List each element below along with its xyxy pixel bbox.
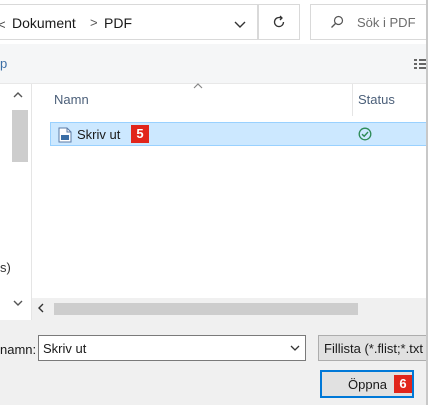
breadcrumb-item-pdf[interactable]: PDF <box>104 15 132 31</box>
column-divider[interactable] <box>352 84 353 116</box>
file-list: Namn Status Skriv ut 5 <box>32 83 428 300</box>
scroll-up-icon[interactable] <box>12 90 24 100</box>
step-badge: 5 <box>131 125 149 143</box>
horizontal-scrollbar-thumb[interactable] <box>54 303 358 315</box>
column-header-name[interactable]: Namn <box>54 92 89 107</box>
nav-item-clipped[interactable]: s) <box>0 260 11 275</box>
search-input[interactable]: Sök i PDF <box>310 4 428 40</box>
column-header-status[interactable]: Status <box>358 92 395 107</box>
file-type-filter[interactable]: Fillista (*.flist;*.txt <box>318 335 428 361</box>
file-type-filter-value: Fillista (*.flist;*.txt <box>324 341 423 356</box>
chevron-down-icon[interactable] <box>230 14 250 34</box>
chevron-down-icon[interactable] <box>289 342 301 354</box>
sort-ascending-icon <box>193 83 203 89</box>
breadcrumb[interactable]: < Dokument > PDF <box>0 4 258 40</box>
refresh-button[interactable] <box>258 4 300 40</box>
filename-field[interactable]: Skriv ut <box>38 335 306 361</box>
horizontal-scrollbar[interactable] <box>32 298 428 320</box>
back-chevron-icon[interactable]: < <box>0 17 6 32</box>
breadcrumb-separator[interactable]: > <box>90 15 98 30</box>
dialog-footer: namn: Skriv ut Fillista (*.flist;*.txt Ö… <box>0 320 428 405</box>
open-button[interactable]: Öppna 6 <box>320 370 414 398</box>
file-row-skriv-ut[interactable]: Skriv ut 5 <box>50 122 428 146</box>
filename-value[interactable]: Skriv ut <box>43 341 86 356</box>
open-button-label: Öppna <box>348 377 388 392</box>
command-bar: p <box>0 44 428 84</box>
search-placeholder: Sök i PDF <box>357 15 416 30</box>
toolbar-organize-label-clipped[interactable]: p <box>0 56 7 71</box>
filename-label: namn: <box>0 342 37 357</box>
step-badge: 6 <box>394 375 412 393</box>
check-circle-icon <box>358 127 372 141</box>
search-icon <box>331 15 344 28</box>
nav-scrollbar-thumb[interactable] <box>12 110 28 162</box>
scroll-left-icon[interactable] <box>36 301 46 315</box>
column-header-row: Namn Status <box>32 83 428 116</box>
breadcrumb-item-dokument[interactable]: Dokument <box>12 15 76 31</box>
file-list-icon <box>58 127 72 143</box>
file-name[interactable]: Skriv ut <box>77 127 120 142</box>
scroll-down-icon[interactable] <box>12 298 24 308</box>
address-bar: < Dokument > PDF Sök i PDF <box>0 0 428 44</box>
refresh-icon <box>273 15 285 28</box>
navigation-pane: s) <box>0 84 32 320</box>
